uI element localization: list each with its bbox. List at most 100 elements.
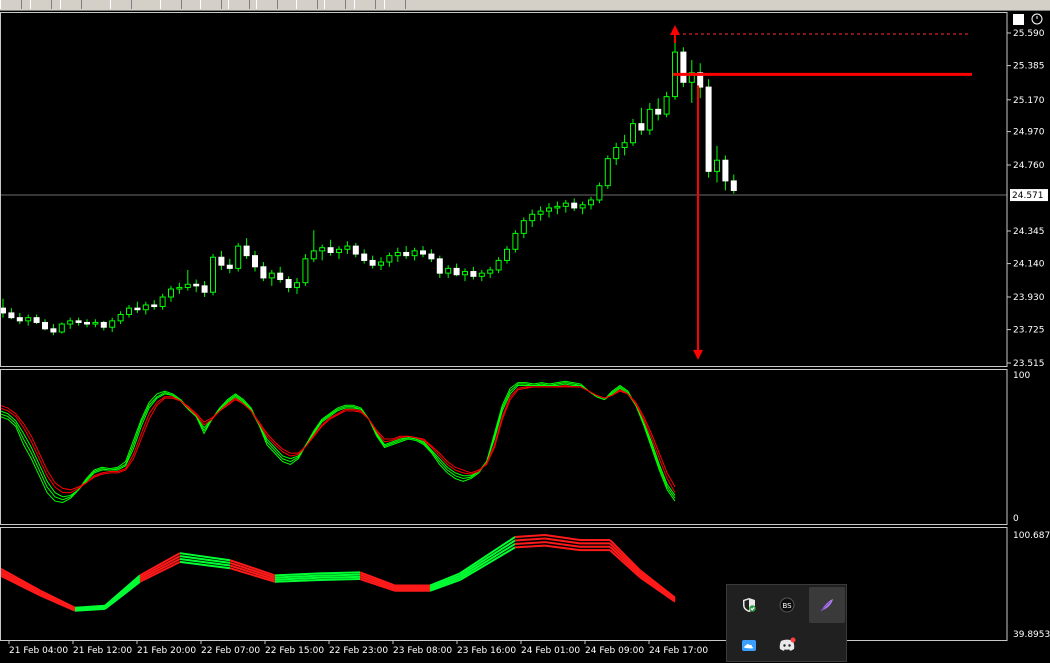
candle-bull xyxy=(554,205,561,209)
candle-bull xyxy=(168,288,174,298)
ribbon-segment xyxy=(459,539,516,577)
discord-icon[interactable] xyxy=(769,627,805,663)
time-tick-label: 24 Feb 17:00 xyxy=(649,646,708,656)
candle-bull xyxy=(604,158,611,187)
candle-bear xyxy=(33,317,40,323)
price-tick-label: 23.725 xyxy=(1013,326,1045,336)
candle-bear xyxy=(218,256,225,266)
candle-bear xyxy=(705,86,712,172)
ribbon-segment xyxy=(459,543,516,579)
candle-bear xyxy=(201,285,208,293)
candle-bear xyxy=(226,264,233,269)
time-tick-label: 24 Feb 09:00 xyxy=(585,646,644,656)
candle-bear xyxy=(151,304,158,308)
candle-bull xyxy=(596,185,603,201)
price-tick-label: 25.590 xyxy=(1013,29,1045,39)
ribbon-segment xyxy=(639,571,676,600)
down-arrow-head xyxy=(693,349,703,360)
candle-bear xyxy=(16,317,23,322)
ribbon-min-label: 39.8953 xyxy=(1013,630,1050,640)
ribbon-max-label: 100.6873 xyxy=(1013,531,1050,541)
stochastic-max-label: 100 xyxy=(1013,371,1030,381)
candle-bull xyxy=(159,296,166,308)
candle-bear xyxy=(680,51,687,83)
ribbon-segment xyxy=(609,546,641,576)
cloud-icon[interactable] xyxy=(731,627,767,663)
chart-canvas[interactable]: 25.590 25.385 25.170 24.970 24.760 24.345 24.1… xyxy=(0,0,1050,662)
candle-bear xyxy=(8,312,15,319)
candle-bull xyxy=(210,256,216,293)
time-tick-label: 23 Feb 16:00 xyxy=(457,646,516,656)
price-tick-label: 25.170 xyxy=(1013,96,1045,106)
candle-bull xyxy=(478,272,485,277)
ribbon-segment xyxy=(0,572,41,595)
candle-bull xyxy=(613,147,620,160)
candle-bull xyxy=(621,142,628,149)
candle-bull xyxy=(294,282,300,288)
pane-frame xyxy=(0,369,1008,525)
ribbon-segment xyxy=(639,569,676,599)
candle-bull xyxy=(588,199,594,206)
stochastic-min-label: 0 xyxy=(1013,514,1019,524)
candle-bear xyxy=(655,108,662,115)
candle-bull xyxy=(537,210,544,215)
time-tick-label: 24 Feb 01:00 xyxy=(521,646,580,656)
candle-bull xyxy=(445,267,452,274)
candle-bull xyxy=(58,323,65,333)
stochastic-line xyxy=(0,382,676,501)
candle-bear xyxy=(403,251,410,257)
bs-circle-icon[interactable]: BS xyxy=(769,587,805,623)
ribbon-segment xyxy=(39,594,76,612)
time-tick-label: 22 Feb 07:00 xyxy=(201,646,260,656)
candle-bull xyxy=(529,213,536,222)
candle-bear xyxy=(420,250,426,255)
candle-bear xyxy=(470,271,477,277)
candle-bull xyxy=(184,283,191,288)
ribbon-segment xyxy=(514,534,546,539)
candle-bear xyxy=(369,259,376,266)
candle-bull xyxy=(394,251,401,257)
price-tick-label: 25.385 xyxy=(1013,62,1045,72)
ribbon-segment xyxy=(514,544,546,549)
taskbar-tray-popup: BS xyxy=(726,584,847,662)
candle-bull xyxy=(109,320,116,328)
candle-bull xyxy=(25,317,32,322)
ribbon-segment xyxy=(139,555,181,579)
candle-bull xyxy=(462,271,468,276)
candle-bear xyxy=(453,267,460,276)
time-tick-label: 21 Feb 04:00 xyxy=(9,646,68,656)
stochastic-line xyxy=(0,384,676,494)
candle-bull xyxy=(386,255,393,263)
candle-bear xyxy=(285,279,292,288)
price-tick-label: 24.140 xyxy=(1013,260,1045,270)
candle-bear xyxy=(260,266,267,279)
candle-bull xyxy=(268,272,275,279)
candle-bull xyxy=(378,261,384,266)
stochastic-line xyxy=(0,380,676,504)
candle-bull xyxy=(142,304,149,311)
shield-check-icon[interactable] xyxy=(731,587,767,623)
ribbon-segment xyxy=(319,571,361,575)
ribbon-segment xyxy=(319,575,361,579)
price-tick-label: 24.345 xyxy=(1013,227,1045,237)
candle-bull xyxy=(579,204,586,209)
candle-bull xyxy=(512,232,519,250)
candle-bull xyxy=(319,247,326,252)
candle-bull xyxy=(336,248,342,253)
candle-bear xyxy=(722,159,729,182)
candle-bull xyxy=(310,250,317,260)
candle-bear xyxy=(638,123,645,131)
candle-bull xyxy=(630,123,636,144)
time-tick-label: 21 Feb 20:00 xyxy=(137,646,196,656)
ribbon-segment xyxy=(609,542,641,574)
ribbon-segment xyxy=(319,573,361,577)
candle-bull xyxy=(302,258,309,284)
current-price-label: 24.571 xyxy=(1012,191,1044,201)
candle-bear xyxy=(352,245,359,255)
candle-bull xyxy=(67,320,74,325)
candle-bull xyxy=(520,220,527,234)
stochastic-line xyxy=(0,383,676,498)
candle-bear xyxy=(730,180,737,191)
feather-icon[interactable] xyxy=(809,587,845,623)
ribbon-segment xyxy=(514,537,546,542)
